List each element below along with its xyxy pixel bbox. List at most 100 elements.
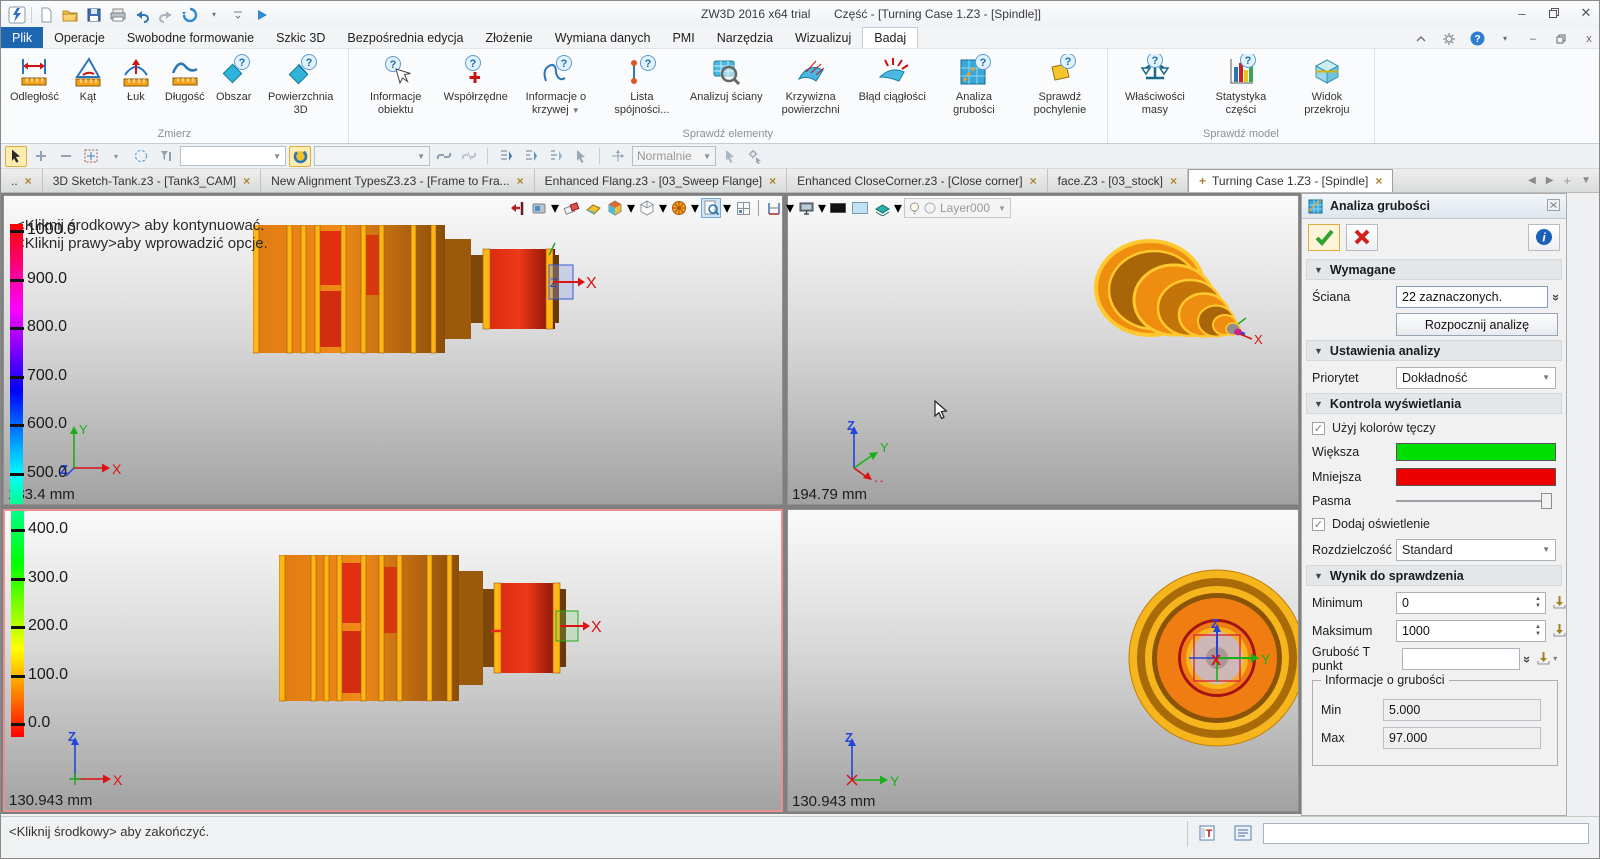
- help-icon[interactable]: ?: [1469, 31, 1485, 47]
- maksimum-spinner[interactable]: ▲ ▼: [1531, 621, 1545, 641]
- ribbon-button-statystyka-cz-ci[interactable]: ? Statystyka części: [1198, 51, 1284, 119]
- history-regen-icon[interactable]: [289, 145, 311, 167]
- split-window-icon[interactable]: [733, 198, 753, 218]
- align-stack-2-icon[interactable]: [520, 146, 542, 167]
- ribbon-button-krzywizna-powierzchni[interactable]: Krzywizna powierzchni: [768, 51, 854, 119]
- lighting-checkbox[interactable]: ✓: [1312, 517, 1325, 531]
- pick-value-icon[interactable]: [1552, 623, 1567, 638]
- pick-region-dropdown-icon[interactable]: ▾: [105, 146, 127, 167]
- toolbox-icon[interactable]: T: [1197, 823, 1217, 843]
- align-stack-1-icon[interactable]: [495, 146, 517, 167]
- document-notes-icon[interactable]: [1233, 823, 1253, 843]
- document-tab-1[interactable]: 3D Sketch-Tank.z3 - [Tank3_CAM] ×: [43, 169, 262, 192]
- section-wymagane[interactable]: ▼ Wymagane: [1306, 259, 1562, 280]
- tab-pmi[interactable]: PMI: [661, 27, 705, 48]
- dimension-display-icon[interactable]: [764, 198, 784, 218]
- customize-toolbar-icon[interactable]: [228, 5, 248, 25]
- bands-slider[interactable]: [1396, 493, 1552, 509]
- wireframe-cube-icon[interactable]: [637, 198, 657, 218]
- ribbon-button-powierzchnia-3d[interactable]: ? Powierzchnia 3D: [258, 51, 344, 119]
- layers-dropdown-icon[interactable]: ▾: [894, 198, 902, 218]
- help-dropdown-icon[interactable]: ▾: [1497, 31, 1513, 47]
- display-monitor-icon[interactable]: [796, 198, 816, 218]
- rozdzielczosc-combobox[interactable]: Standard ▼: [1396, 538, 1556, 561]
- section-wynik-do-sprawdzenia[interactable]: ▼ Wynik do sprawdzenia: [1306, 565, 1562, 586]
- tab-list-dropdown-icon[interactable]: ▼: [1581, 175, 1591, 186]
- history-combobox[interactable]: ▼: [314, 146, 430, 166]
- zoom-document-icon[interactable]: [701, 198, 721, 218]
- pick-region-icon[interactable]: [80, 146, 102, 167]
- ribbon-button-w-a-ciwo-ci-masy[interactable]: ? Właściwości masy: [1112, 51, 1198, 119]
- undo-icon[interactable]: [132, 5, 152, 25]
- foreground-color-swatch[interactable]: [828, 198, 848, 218]
- open-folder-icon[interactable]: [60, 5, 80, 25]
- document-tab-6[interactable]: + Turning Case 1.Z3 - [Spindle] ×: [1188, 169, 1394, 192]
- exit-viewport-icon[interactable]: [507, 198, 527, 218]
- lesser-color-swatch[interactable]: [1396, 468, 1556, 486]
- grubosc-input[interactable]: [1402, 647, 1520, 670]
- dimension-dropdown-icon[interactable]: ▾: [786, 198, 794, 218]
- eraser-icon[interactable]: [561, 198, 581, 218]
- rainbow-colors-checkbox[interactable]: ✓: [1312, 421, 1325, 435]
- tab-narz-dzia[interactable]: Narzędzia: [706, 27, 784, 48]
- spindle-front-view-model[interactable]: Z Y X: [1117, 558, 1299, 758]
- print-icon[interactable]: [108, 5, 128, 25]
- tab-szkic-3d[interactable]: Szkic 3D: [265, 27, 336, 48]
- start-analysis-button[interactable]: Rozpocznij analizę: [1396, 313, 1558, 336]
- close-tab-icon[interactable]: ×: [1170, 174, 1177, 188]
- select-cursor-icon[interactable]: [570, 146, 592, 167]
- minimize-button[interactable]: –: [1511, 4, 1533, 22]
- spindle-isometric-model[interactable]: X: [1088, 238, 1298, 378]
- close-tab-icon[interactable]: ×: [243, 174, 250, 188]
- priorytet-combobox[interactable]: Dokładność ▼: [1396, 366, 1556, 389]
- link-manager-icon[interactable]: [433, 146, 455, 167]
- color-cube-icon[interactable]: [605, 198, 625, 218]
- layers-icon[interactable]: [872, 198, 892, 218]
- remove-entity-icon[interactable]: [55, 146, 77, 167]
- pick-filter-icon[interactable]: [5, 145, 27, 167]
- greater-color-swatch[interactable]: [1396, 443, 1556, 461]
- unlink-icon[interactable]: [458, 146, 480, 167]
- tab-swobodne-formowanie[interactable]: Swobodne formowanie: [116, 27, 265, 48]
- close-tab-icon[interactable]: ×: [1030, 174, 1037, 188]
- add-entity-icon[interactable]: [30, 146, 52, 167]
- tab-wizualizuj[interactable]: Wizualizuj: [784, 27, 862, 48]
- document-tab-4[interactable]: Enhanced CloseCorner.z3 - [Close corner]…: [787, 169, 1048, 192]
- spindle-side-view-model[interactable]: X: [279, 555, 609, 705]
- tab-plik[interactable]: Plik: [1, 27, 44, 48]
- section-ustawienia-analizy[interactable]: ▼ Ustawienia analizy: [1306, 340, 1562, 361]
- tab-operacje[interactable]: Operacje: [43, 27, 116, 48]
- filter-combobox[interactable]: ▼: [180, 146, 286, 166]
- render-settings-icon[interactable]: [529, 198, 549, 218]
- ribbon-button-uk[interactable]: Łuk: [112, 51, 160, 106]
- close-tab-icon[interactable]: ×: [25, 174, 32, 188]
- qat-dropdown-icon[interactable]: ▾: [204, 5, 224, 25]
- background-color-swatch[interactable]: [850, 198, 870, 218]
- tab-bezpo-rednia-edycja[interactable]: Bezpośrednia edycja: [336, 27, 474, 48]
- ribbon-button-widok-przekroju[interactable]: Widok przekroju: [1284, 51, 1370, 119]
- view-wheel-dropdown-icon[interactable]: ▾: [691, 198, 699, 218]
- viewport-top-left[interactable]: <Kliknij środkowy> aby kontynuować. <Kli…: [3, 195, 783, 505]
- status-input-field[interactable]: [1263, 823, 1589, 844]
- align-stack-3-icon[interactable]: [545, 146, 567, 167]
- collapse-ribbon-icon[interactable]: [1413, 31, 1429, 47]
- viewport-top-right[interactable]: X Z Y X 194.79 mm: [787, 195, 1299, 505]
- close-tab-icon[interactable]: ×: [517, 174, 524, 188]
- pick-value-dropdown-icon[interactable]: ▾: [1553, 654, 1557, 663]
- ribbon-button-informacje-o-krzywej[interactable]: ? Informacje o krzywej ▼: [513, 51, 599, 119]
- pick-value-icon[interactable]: [1536, 651, 1551, 666]
- settings-gear-icon[interactable]: [1441, 31, 1457, 47]
- color-cube-dropdown-icon[interactable]: ▾: [627, 198, 635, 218]
- ok-button[interactable]: [1308, 223, 1340, 251]
- pick-settings-icon[interactable]: [744, 146, 766, 167]
- close-doc-icon[interactable]: x: [1581, 31, 1597, 47]
- ribbon-button-odleg-o[interactable]: Odległość: [5, 51, 64, 106]
- document-tab-2[interactable]: New Alignment TypesZ3.z3 - [Frame to Fra…: [261, 169, 535, 192]
- expand-chevron-icon[interactable]: »: [1549, 294, 1564, 299]
- close-tab-icon[interactable]: ×: [769, 174, 776, 188]
- ribbon-button-sprawd-pochylenie[interactable]: ? Sprawdź pochylenie: [1017, 51, 1103, 119]
- lasso-icon[interactable]: [130, 146, 152, 167]
- document-tab-3[interactable]: Enhanced Flang.z3 - [03_Sweep Flange] ×: [535, 169, 788, 192]
- section-kontrola-wyswietlania[interactable]: ▼ Kontrola wyświetlania: [1306, 393, 1562, 414]
- ribbon-button-informacje-obiektu[interactable]: ? Informacje obiektu: [353, 51, 439, 119]
